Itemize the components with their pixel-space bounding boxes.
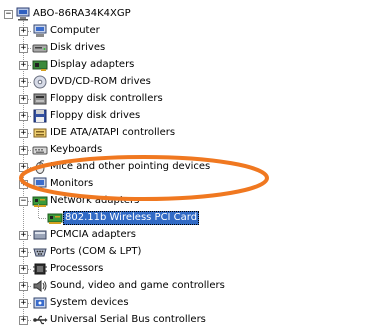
tree-item-label: System devices [50,297,129,308]
system-device-icon [32,296,48,310]
sound-icon [32,279,48,293]
expand-toggle[interactable]: + [19,316,28,325]
tree-category-item[interactable]: + Sound, video and game controllers [0,278,376,295]
expand-toggle[interactable]: + [19,299,28,308]
tree-category-item[interactable]: + Universal Serial Bus controllers [0,312,376,329]
tree-item-label: Sound, video and game controllers [50,280,225,291]
tree-item-label: Universal Serial Bus controllers [50,314,206,325]
expand-toggle[interactable]: + [19,282,28,291]
annotation-ellipse [19,155,269,201]
tree-category-item[interactable]: + System devices [0,295,376,312]
usb-icon [32,313,48,327]
